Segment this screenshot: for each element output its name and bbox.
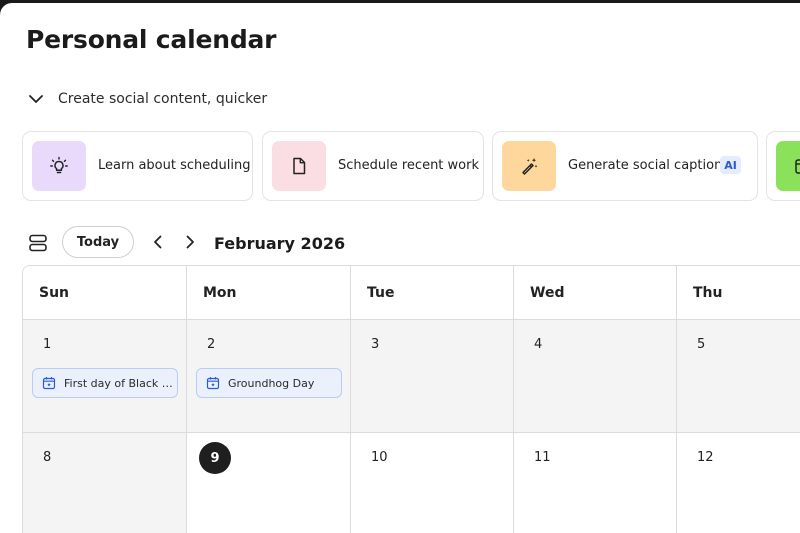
chevron-down-icon <box>29 95 43 103</box>
lightbulb-icon <box>50 156 68 174</box>
day-cell[interactable]: 10 <box>351 433 514 533</box>
calendar-panel: Personal calendar Create social content,… <box>0 3 800 533</box>
weekday-label: Tue <box>367 285 395 301</box>
day-number: 10 <box>371 450 388 465</box>
chevron-left-icon[interactable] <box>150 234 166 250</box>
promo-section-label: Create social content, quicker <box>58 91 268 107</box>
weekday-header: Wed <box>514 266 677 320</box>
day-cell[interactable]: 3 <box>351 320 514 433</box>
day-cell[interactable]: 1 First day of Black History Month <box>23 320 187 433</box>
event-title: First day of Black History Month <box>64 376 176 390</box>
today-button[interactable]: Today <box>62 226 134 258</box>
month-label: February 2026 <box>214 234 346 253</box>
card-icon-tile <box>776 141 800 191</box>
day-cell[interactable]: 4 <box>514 320 677 433</box>
day-cell-today[interactable]: 9 <box>187 433 351 533</box>
day-cell[interactable]: 11 <box>514 433 677 533</box>
card-label: Learn about scheduling <box>98 158 251 173</box>
day-number: 1 <box>43 337 52 352</box>
weekday-header: Tue <box>351 266 514 320</box>
card-icon-tile <box>502 141 556 191</box>
day-number: 12 <box>697 450 714 465</box>
generate-captions-card[interactable]: Generate social captions AI <box>492 131 758 201</box>
weekday-label: Sun <box>39 285 70 301</box>
view-toggle-icon[interactable] <box>28 233 48 253</box>
ai-badge: AI <box>720 156 741 174</box>
card-icon-tile <box>272 141 326 191</box>
calendar-icon <box>795 159 800 174</box>
document-icon <box>293 157 306 175</box>
event-chip[interactable]: First day of Black History Month <box>32 368 178 398</box>
day-cell[interactable]: 12 <box>677 433 800 533</box>
day-cell[interactable]: 2 Groundhog Day <box>187 320 351 433</box>
today-day-number: 9 <box>199 442 231 474</box>
calendar-promo-card[interactable] <box>766 131 800 201</box>
magic-brush-icon <box>522 158 538 175</box>
calendar-event-icon <box>206 377 220 390</box>
card-label: Schedule recent work <box>338 158 480 173</box>
chevron-right-icon[interactable] <box>182 234 198 250</box>
day-number: 2 <box>207 337 216 352</box>
page-title: Personal calendar <box>26 25 277 54</box>
day-number: 4 <box>534 337 543 352</box>
weekday-header: Thu <box>677 266 800 320</box>
day-cell[interactable]: 5 <box>677 320 800 433</box>
weekday-label: Mon <box>203 285 237 301</box>
calendar-toolbar: Today February 2026 <box>0 225 800 261</box>
weekday-header: Mon <box>187 266 351 320</box>
calendar-event-icon <box>42 377 56 390</box>
learn-scheduling-card[interactable]: Learn about scheduling <box>22 131 253 201</box>
day-number: 11 <box>534 450 551 465</box>
weekday-label: Thu <box>693 285 723 301</box>
day-number: 8 <box>43 450 52 465</box>
promo-section-toggle[interactable]: Create social content, quicker <box>28 87 267 111</box>
card-label: Generate social captions <box>568 158 730 173</box>
event-title: Groundhog Day <box>228 376 315 390</box>
day-cell[interactable]: 8 <box>23 433 187 533</box>
card-icon-tile <box>32 141 86 191</box>
schedule-recent-work-card[interactable]: Schedule recent work <box>262 131 484 201</box>
event-chip[interactable]: Groundhog Day <box>196 368 342 398</box>
day-number: 5 <box>697 337 706 352</box>
weekday-header: Sun <box>23 266 187 320</box>
weekday-label: Wed <box>530 285 565 301</box>
day-number: 3 <box>371 337 380 352</box>
month-grid: Sun Mon Tue Wed Thu 1 First day of Black… <box>22 265 800 533</box>
